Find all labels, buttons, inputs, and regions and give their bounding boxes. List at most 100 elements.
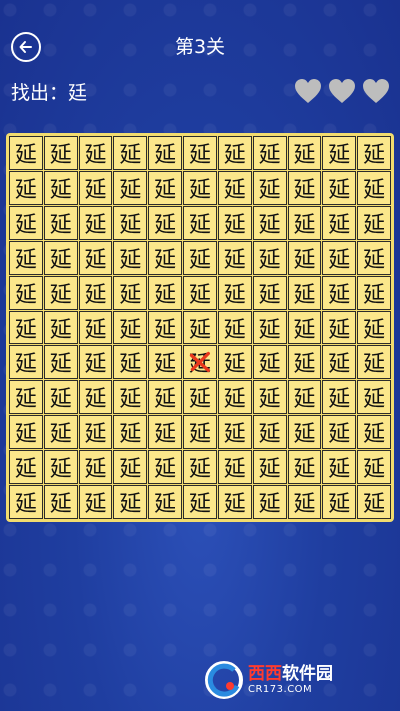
grid-cell[interactable]: 延 [9, 450, 43, 485]
grid-cell[interactable]: 延 [78, 380, 113, 415]
grid-cell[interactable]: 延 [322, 310, 357, 345]
grid-cell[interactable]: 延 [217, 450, 252, 485]
grid-cell[interactable]: 延 [113, 205, 148, 240]
grid-cell[interactable]: 延 [322, 136, 357, 170]
grid-cell[interactable]: 延 [357, 450, 391, 485]
grid-cell[interactable]: 延 [78, 275, 113, 310]
grid-cell[interactable]: 延 [148, 310, 183, 345]
grid-cell[interactable]: 延 [43, 415, 78, 450]
grid-cell[interactable]: 延 [287, 485, 322, 519]
grid-cell[interactable]: 延 [357, 275, 391, 310]
grid-cell[interactable]: 延 [9, 415, 43, 450]
grid-cell[interactable]: 延 [217, 310, 252, 345]
grid-cell[interactable]: 延 [322, 380, 357, 415]
grid-cell[interactable]: 延 [43, 450, 78, 485]
grid-cell[interactable]: 延 [252, 275, 287, 310]
grid-cell[interactable]: 延 [148, 136, 183, 170]
grid-cell[interactable]: 延 [322, 170, 357, 205]
grid-cell[interactable]: 延 [43, 136, 78, 170]
grid-cell[interactable]: 延 [287, 136, 322, 170]
grid-cell[interactable]: 延 [148, 240, 183, 275]
grid-cell[interactable]: 延 [113, 275, 148, 310]
grid-cell[interactable]: 延 [148, 450, 183, 485]
grid-cell[interactable]: 延 [183, 136, 217, 170]
grid-cell[interactable]: 延 [113, 380, 148, 415]
grid-cell[interactable]: 延 [217, 136, 252, 170]
grid-cell[interactable]: 延 [113, 170, 148, 205]
grid-cell[interactable]: 延 [357, 170, 391, 205]
grid-cell[interactable]: 延 [148, 205, 183, 240]
grid-cell[interactable]: 延 [148, 380, 183, 415]
grid-cell[interactable]: 延 [78, 485, 113, 519]
grid-cell[interactable]: 延 [78, 345, 113, 380]
grid-cell[interactable]: 延 [9, 205, 43, 240]
grid-cell[interactable]: 延 [43, 275, 78, 310]
grid-cell[interactable]: 延 [322, 485, 357, 519]
grid-cell[interactable]: 延 [252, 485, 287, 519]
grid-cell[interactable]: 延 [43, 170, 78, 205]
grid-cell[interactable]: 延 [78, 136, 113, 170]
grid-cell[interactable]: 延 [252, 345, 287, 380]
grid-cell[interactable]: 延 [43, 345, 78, 380]
grid-cell[interactable]: 延 [113, 240, 148, 275]
grid-cell[interactable]: 延 [357, 136, 391, 170]
grid-cell[interactable]: 延 [9, 136, 43, 170]
grid-cell[interactable]: 延 [43, 205, 78, 240]
grid-cell[interactable]: 延 [287, 450, 322, 485]
grid-cell[interactable]: 延 [357, 415, 391, 450]
grid-cell[interactable]: 延 [113, 345, 148, 380]
grid-cell[interactable]: 延 [183, 310, 217, 345]
grid-cell[interactable]: 延 [183, 380, 217, 415]
grid-cell[interactable]: 延 [252, 310, 287, 345]
grid-cell[interactable]: 延 [322, 205, 357, 240]
grid-cell[interactable]: 延 [183, 415, 217, 450]
grid-cell[interactable]: 延 [183, 205, 217, 240]
grid-cell[interactable]: 延 [357, 310, 391, 345]
grid-cell[interactable]: 延 [78, 205, 113, 240]
grid-cell[interactable]: 延 [148, 415, 183, 450]
grid-cell[interactable]: 延 [252, 205, 287, 240]
grid-cell[interactable]: 延 [217, 275, 252, 310]
grid-cell[interactable]: 延 [357, 205, 391, 240]
grid-cell[interactable]: 延 [252, 170, 287, 205]
grid-cell[interactable]: 延 [357, 345, 391, 380]
grid-cell[interactable]: 延 [287, 240, 322, 275]
grid-cell[interactable]: 延 [78, 240, 113, 275]
grid-cell[interactable]: 延 [9, 345, 43, 380]
grid-cell[interactable]: 延 [43, 380, 78, 415]
grid-cell[interactable]: 延 [322, 240, 357, 275]
grid-cell[interactable]: 延 [148, 485, 183, 519]
grid-cell[interactable]: 延 [113, 415, 148, 450]
grid-cell[interactable]: 延 [252, 380, 287, 415]
grid-cell[interactable]: 延 [322, 450, 357, 485]
grid-cell[interactable]: 延 [217, 380, 252, 415]
grid-cell[interactable]: 延 [357, 380, 391, 415]
grid-cell[interactable]: 延 [357, 240, 391, 275]
grid-cell[interactable]: 延 [183, 485, 217, 519]
grid-cell[interactable]: 延 [287, 170, 322, 205]
grid-cell[interactable]: 延 [113, 450, 148, 485]
grid-cell[interactable]: 延 [183, 275, 217, 310]
grid-cell[interactable]: 延 [217, 415, 252, 450]
grid-cell[interactable]: 延 [113, 485, 148, 519]
grid-cell[interactable]: 延 [9, 240, 43, 275]
grid-cell[interactable]: 延 [9, 275, 43, 310]
grid-cell[interactable]: 延 [148, 170, 183, 205]
grid-cell[interactable]: 延 [78, 415, 113, 450]
grid-cell[interactable]: 延 [287, 415, 322, 450]
grid-cell[interactable]: 延 [9, 170, 43, 205]
grid-cell[interactable]: 延 [287, 380, 322, 415]
grid-cell[interactable]: 延 [78, 310, 113, 345]
grid-cell[interactable]: 延 [287, 310, 322, 345]
grid-cell[interactable]: 延 [357, 485, 391, 519]
grid-cell[interactable]: 延 [113, 136, 148, 170]
grid-cell[interactable]: 延 [322, 275, 357, 310]
grid-cell[interactable]: 延 [217, 205, 252, 240]
grid-cell[interactable]: 延 [217, 485, 252, 519]
grid-cell[interactable]: 延 [287, 275, 322, 310]
grid-cell[interactable]: 延 [9, 485, 43, 519]
grid-cell[interactable]: 延 [252, 450, 287, 485]
grid-cell[interactable]: 延 [287, 345, 322, 380]
grid-cell[interactable]: 延 [183, 170, 217, 205]
grid-cell[interactable]: 延 [252, 415, 287, 450]
